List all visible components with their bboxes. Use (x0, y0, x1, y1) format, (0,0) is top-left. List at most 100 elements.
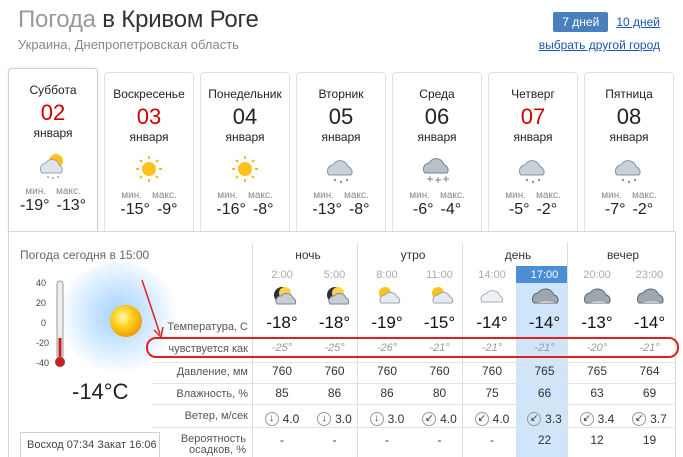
scale-label: 0 (41, 318, 47, 328)
period-label: день (504, 248, 532, 262)
temperature-value: -18° (266, 313, 298, 332)
wind-cell: ↓ 3.0 (361, 408, 413, 426)
day-of-week: Воскресенье (113, 87, 185, 101)
min-temp: -13° (312, 201, 342, 218)
wind-speed: 3.0 (387, 412, 405, 426)
temperature-value: -19° (371, 313, 403, 332)
pressure-value: 764 (639, 364, 660, 378)
cloud-snow-icon (326, 160, 353, 184)
cloud-snow-icon (614, 160, 641, 184)
scale-label: -40 (36, 358, 50, 368)
scale-label: 40 (36, 278, 47, 288)
range-7-days-button[interactable]: 7 дней (553, 12, 609, 32)
day-of-week: Пятница (605, 87, 653, 101)
moon-cloud-icon (274, 287, 297, 305)
wind-speed: 4.0 (492, 412, 510, 426)
day-number: 08 (616, 104, 642, 129)
day-tab[interactable]: Вторник 05 января мин. макс. -13° -8° (296, 72, 386, 232)
month-label: января (417, 130, 457, 144)
humidity-value: 85 (275, 386, 289, 400)
row-label-pressure: Давление, мм (176, 366, 248, 378)
dark-cloud-icon (583, 288, 611, 304)
month-label: января (609, 130, 649, 144)
max-label: макс. (536, 190, 561, 201)
max-label: макс. (56, 186, 81, 197)
day-tab[interactable]: Суббота 02 января мин. макс. -19° -13° (8, 68, 98, 231)
wind-cell: ↙ 3.3 (519, 408, 571, 426)
temperature-value: -18° (318, 313, 351, 332)
hour-label: 23:00 (635, 269, 664, 281)
pressure-value: 760 (324, 364, 345, 378)
day-tab[interactable]: Пятница 08 января мин. макс. -7° -2° (584, 72, 674, 232)
range-10-days-link[interactable]: 10 дней (616, 15, 660, 29)
humidity-value: 69 (642, 386, 657, 400)
row-label-wind: Ветер, м/сек (184, 410, 248, 422)
period-label: утро (400, 248, 426, 262)
month-label: января (321, 130, 361, 144)
sun-icon (232, 156, 258, 182)
annotation-arrow (141, 279, 164, 339)
sun-icon (136, 156, 162, 182)
min-temp: -6° (412, 201, 434, 218)
min-temp: -7° (604, 201, 626, 218)
sun-cloud-icon (431, 287, 453, 304)
wind-direction-icon: ↙ (527, 412, 542, 426)
pressure-value: 765 (586, 364, 608, 378)
day-tabs: Суббота 02 января мин. макс. -19° -13° Воскресе… (8, 68, 676, 232)
wind-direction-icon: ↙ (422, 412, 437, 426)
hour-label: 2:00 (271, 269, 293, 281)
day-tab[interactable]: Воскресенье 03 января мин. макс. -15° -9° (104, 72, 194, 232)
min-label: мин. (601, 190, 623, 201)
wind-speed: 4.0 (440, 412, 457, 426)
month-label: января (225, 130, 265, 144)
moon-cloud-icon (326, 287, 349, 305)
humidity-value: 63 (590, 386, 604, 400)
day-number: 04 (232, 104, 258, 129)
wind-direction-icon: ↓ (264, 412, 279, 426)
region-label: Украина, Днепропетровская область (18, 37, 239, 52)
min-temp: -5° (508, 201, 530, 218)
hour-label: 8:00 (376, 269, 398, 281)
row-label-humidity: Влажность, % (176, 388, 248, 400)
wind-cell: ↙ 3.7 (624, 408, 676, 426)
max-label: макс. (440, 190, 465, 201)
day-tab[interactable]: Четверг 07 января мин. макс. -5° -2° (488, 72, 578, 232)
wind-cell: ↓ 4.0 (256, 408, 308, 426)
precipitation-value: 22 (537, 433, 552, 447)
sunset-label: Закат (97, 439, 127, 451)
wind-speed: 3.4 (597, 412, 615, 426)
wind-cell: ↙ 3.4 (571, 408, 623, 426)
day-of-week: Суббота (29, 83, 77, 97)
max-temp: -8° (348, 201, 370, 218)
dark-cloud-icon (636, 288, 664, 304)
wind-direction-icon: ↙ (579, 412, 594, 426)
row-divider (152, 427, 676, 428)
title-prefix: Погода (18, 6, 96, 33)
max-temp: -4° (440, 201, 462, 218)
max-temp: -13° (56, 197, 87, 214)
min-temp: -15° (120, 201, 150, 218)
wind-direction-icon: ↙ (474, 412, 489, 426)
current-temperature: -14°C (72, 379, 129, 404)
pressure-value: 760 (271, 364, 293, 378)
min-label: мин. (217, 190, 239, 201)
pressure-value: 760 (376, 364, 398, 378)
humidity-value: 80 (432, 386, 447, 400)
sun-cloud-icon (379, 287, 401, 304)
period-label: вечер (606, 248, 640, 262)
day-tab[interactable]: Среда 06 января мин. макс. -6° -4° (392, 72, 482, 232)
sun-cloud-snow-icon (39, 154, 63, 179)
day-tab[interactable]: Понедельник 04 января мин. макс. -16° -8° (200, 72, 290, 232)
max-temp: -8° (252, 201, 274, 218)
choose-city-link[interactable]: выбрать другой город (539, 38, 660, 52)
page-title: Погода в Кривом Роге (18, 6, 259, 34)
precipitation-value: - (280, 433, 284, 447)
humidity-value: 66 (537, 386, 552, 400)
min-label: мин. (313, 190, 335, 201)
dark-cloud-icon (531, 288, 559, 304)
min-temp: -19° (19, 197, 50, 214)
min-label: мин. (505, 190, 527, 201)
day-of-week: Понедельник (208, 87, 282, 101)
max-temp: -9° (156, 201, 178, 218)
wind-direction-icon: ↙ (632, 412, 647, 426)
